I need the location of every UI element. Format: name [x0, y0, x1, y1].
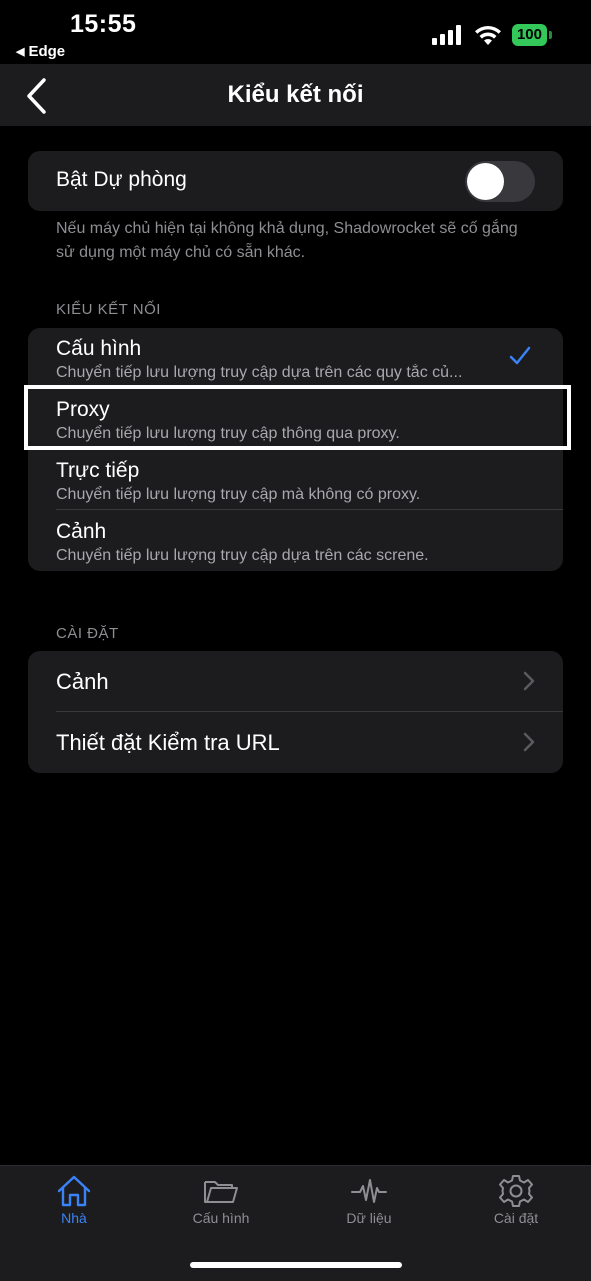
mode-title: Proxy — [56, 398, 110, 421]
home-indicator — [190, 1262, 402, 1268]
fallback-footnote: Nếu máy chủ hiện tại không khả dụng, Sha… — [56, 220, 518, 261]
back-to-app-link[interactable]: ◀ Edge — [16, 43, 65, 60]
divider — [56, 387, 563, 388]
tab-config[interactable]: Cấu hình — [161, 1174, 281, 1226]
tab-label: Cài đặt — [493, 1210, 539, 1226]
tab-label: Nhà — [61, 1210, 87, 1226]
folder-icon — [204, 1181, 238, 1203]
tab-label: Dữ liệu — [346, 1210, 392, 1226]
chevron-right-icon — [523, 671, 535, 691]
divider — [56, 509, 563, 510]
settings-header: CÀI ĐẶT — [56, 625, 119, 642]
page-title: Kiểu kết nối — [227, 81, 364, 108]
back-app-label: Edge — [28, 43, 66, 60]
connection-mode-list: Cấu hình Chuyển tiếp lưu lượng truy cập … — [28, 328, 563, 571]
status-icons: 100 — [431, 24, 553, 46]
cellular-signal-icon — [431, 25, 461, 45]
fallback-toggle[interactable] — [465, 161, 535, 202]
settings-item-label: Cảnh — [56, 669, 109, 694]
settings-item-label: Thiết đặt Kiểm tra URL — [56, 730, 280, 755]
mode-subtitle: Chuyển tiếp lưu lượng truy cập dựa trên … — [56, 364, 463, 381]
status-bar: 15:55 ◀ Edge 100 — [0, 0, 591, 64]
settings-item-scene[interactable]: Cảnh — [28, 651, 563, 712]
tab-data[interactable]: Dữ liệu — [309, 1174, 429, 1226]
divider — [56, 448, 563, 449]
waveform-icon — [351, 1179, 387, 1203]
checkmark-icon — [509, 346, 531, 365]
gear-icon — [499, 1175, 533, 1207]
mode-title: Trực tiếp — [56, 459, 140, 482]
mode-option-proxy[interactable]: Proxy Chuyển tiếp lưu lượng truy cập thô… — [28, 389, 563, 449]
tab-label: Cấu hình — [192, 1210, 250, 1226]
navigation-bar: Kiểu kết nối — [0, 64, 591, 126]
mode-option-config[interactable]: Cấu hình Chuyển tiếp lưu lượng truy cập … — [28, 328, 563, 388]
wifi-icon — [474, 25, 501, 45]
chevron-right-icon — [523, 732, 535, 752]
home-icon — [57, 1175, 91, 1207]
fallback-label: Bật Dự phòng — [56, 168, 187, 191]
toggle-knob — [467, 163, 504, 200]
mode-subtitle: Chuyển tiếp lưu lượng truy cập dựa trên … — [56, 547, 429, 564]
tab-home[interactable]: Nhà — [14, 1174, 134, 1226]
mode-title: Cảnh — [56, 520, 107, 543]
back-triangle-icon: ◀ — [16, 46, 25, 58]
mode-option-direct[interactable]: Trực tiếp Chuyển tiếp lưu lượng truy cập… — [28, 450, 563, 510]
settings-item-url-test[interactable]: Thiết đặt Kiểm tra URL — [28, 712, 563, 773]
mode-option-scene[interactable]: Cảnh Chuyển tiếp lưu lượng truy cập dựa … — [28, 511, 563, 571]
fallback-card: Bật Dự phòng — [28, 151, 563, 211]
battery-indicator: 100 — [511, 24, 553, 46]
status-time: 15:55 — [70, 10, 137, 38]
mode-subtitle: Chuyển tiếp lưu lượng truy cập thông qua… — [56, 425, 400, 442]
mode-subtitle: Chuyển tiếp lưu lượng truy cập mà không … — [56, 486, 421, 503]
mode-title: Cấu hình — [56, 337, 142, 360]
connection-mode-header: KIỂU KẾT NỐI — [56, 301, 161, 318]
settings-list: Cảnh Thiết đặt Kiểm tra URL — [28, 651, 563, 773]
tab-settings[interactable]: Cài đặt — [456, 1174, 576, 1226]
